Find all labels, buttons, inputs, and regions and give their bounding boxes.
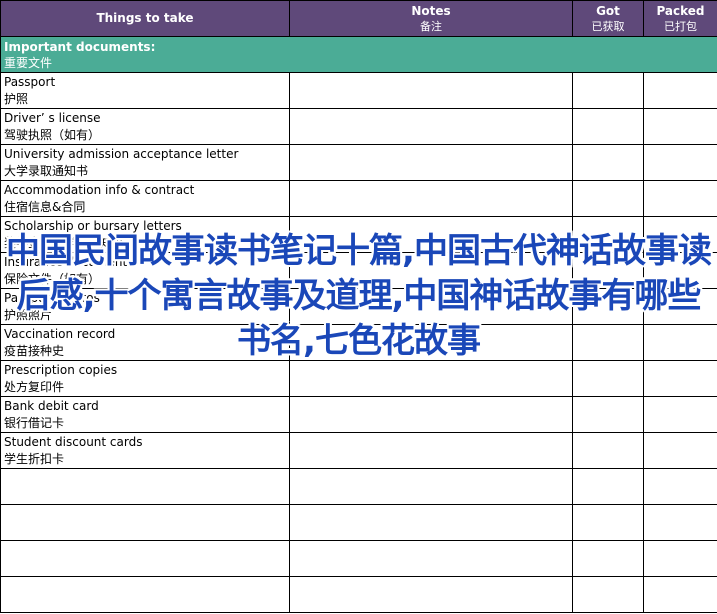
header-got-en: Got xyxy=(596,3,620,18)
notes-cell[interactable] xyxy=(289,360,573,397)
packed-cell[interactable] xyxy=(643,144,717,181)
packed-cell[interactable] xyxy=(643,180,717,217)
table-row: Bank debit card 银行借记卡 xyxy=(0,396,717,433)
item-name-cell: Passport 护照 xyxy=(0,72,290,109)
item-name-cell: University admission acceptance letter 大学… xyxy=(0,144,290,181)
packed-cell[interactable] xyxy=(643,468,717,505)
notes-cell[interactable] xyxy=(289,144,573,181)
blank-row xyxy=(0,504,717,541)
notes-cell[interactable] xyxy=(289,108,573,145)
item-name-en: Driver’ s license xyxy=(4,110,101,125)
section-row: Important documents: 重要文件 xyxy=(0,36,717,73)
blank-row xyxy=(0,576,717,613)
notes-cell[interactable] xyxy=(289,468,573,505)
got-cell[interactable] xyxy=(572,468,644,505)
header-things-label: Things to take xyxy=(96,11,194,25)
got-cell[interactable] xyxy=(572,540,644,577)
item-name-zh: 学生折扣卡 xyxy=(4,451,65,466)
item-name-en: Passport xyxy=(4,74,56,89)
packed-cell[interactable] xyxy=(643,576,717,613)
item-name-cell[interactable] xyxy=(0,504,290,541)
item-name-cell: Student discount cards 学生折扣卡 xyxy=(0,432,290,469)
item-name-cell[interactable] xyxy=(0,540,290,577)
table-row: Driver’ s license 驾驶执照（如有） xyxy=(0,108,717,145)
item-name-zh: 住宿信息&合同 xyxy=(4,199,86,214)
header-packed: Packed 已打包 xyxy=(643,0,717,37)
item-name-zh: 处方复印件 xyxy=(4,379,65,394)
notes-cell[interactable] xyxy=(289,576,573,613)
item-name-cell[interactable] xyxy=(0,576,290,613)
table-row: Prescription copies 处方复印件 xyxy=(0,360,717,397)
item-name-en: University admission acceptance letter xyxy=(4,146,239,161)
got-cell[interactable] xyxy=(572,360,644,397)
item-name-en: Bank debit card xyxy=(4,398,99,413)
header-notes: Notes 备注 xyxy=(289,0,573,37)
header-things: Things to take xyxy=(0,0,290,37)
item-name-en: Prescription copies xyxy=(4,362,118,377)
packed-cell[interactable] xyxy=(643,360,717,397)
got-cell[interactable] xyxy=(572,180,644,217)
notes-cell[interactable] xyxy=(289,72,573,109)
notes-cell[interactable] xyxy=(289,504,573,541)
packed-cell[interactable] xyxy=(643,504,717,541)
table-row: Accommodation info & contract 住宿信息&合同 xyxy=(0,180,717,217)
packed-cell[interactable] xyxy=(643,432,717,469)
notes-cell[interactable] xyxy=(289,180,573,217)
section-cell: Important documents: 重要文件 xyxy=(0,36,717,73)
got-cell[interactable] xyxy=(572,72,644,109)
table-row: Passport 护照 xyxy=(0,72,717,109)
got-cell[interactable] xyxy=(572,504,644,541)
item-name-cell: Accommodation info & contract 住宿信息&合同 xyxy=(0,180,290,217)
header-notes-en: Notes xyxy=(411,3,451,18)
table-row: Student discount cards 学生折扣卡 xyxy=(0,432,717,469)
section-title-zh: 重要文件 xyxy=(4,55,53,70)
notes-cell[interactable] xyxy=(289,396,573,433)
blank-row xyxy=(0,468,717,505)
overlay-watermark-text: 中国民间故事读书笔记十篇,中国古代神话故事读后感,十个寓言故事及道理,中国神话故… xyxy=(6,231,712,361)
notes-cell[interactable] xyxy=(289,540,573,577)
item-name-zh: 银行借记卡 xyxy=(4,415,65,430)
packed-cell[interactable] xyxy=(643,396,717,433)
item-name-zh: 护照 xyxy=(4,91,29,106)
header-got-zh: 已获取 xyxy=(591,19,625,33)
item-name-zh: 驾驶执照（如有） xyxy=(4,127,101,142)
got-cell[interactable] xyxy=(572,576,644,613)
header-notes-zh: 备注 xyxy=(420,19,442,33)
packed-cell[interactable] xyxy=(643,72,717,109)
header-packed-zh: 已打包 xyxy=(664,19,697,33)
header-row: Things to take Notes 备注 Got 已获取 Packed 已… xyxy=(0,0,717,37)
got-cell[interactable] xyxy=(572,144,644,181)
got-cell[interactable] xyxy=(572,432,644,469)
got-cell[interactable] xyxy=(572,108,644,145)
section-title-en: Important documents: xyxy=(4,39,156,54)
item-name-zh: 大学录取通知书 xyxy=(4,163,89,178)
notes-cell[interactable] xyxy=(289,432,573,469)
header-got: Got 已获取 xyxy=(572,0,644,37)
blank-row xyxy=(0,540,717,577)
item-name-cell: Bank debit card 银行借记卡 xyxy=(0,396,290,433)
table-row: University admission acceptance letter 大学… xyxy=(0,144,717,181)
item-name-en: Accommodation info & contract xyxy=(4,182,195,197)
item-name-cell[interactable] xyxy=(0,468,290,505)
header-packed-en: Packed xyxy=(656,3,705,18)
packed-cell[interactable] xyxy=(643,108,717,145)
item-name-cell: Prescription copies 处方复印件 xyxy=(0,360,290,397)
item-name-en: Student discount cards xyxy=(4,434,143,449)
got-cell[interactable] xyxy=(572,396,644,433)
packed-cell[interactable] xyxy=(643,540,717,577)
item-name-cell: Driver’ s license 驾驶执照（如有） xyxy=(0,108,290,145)
